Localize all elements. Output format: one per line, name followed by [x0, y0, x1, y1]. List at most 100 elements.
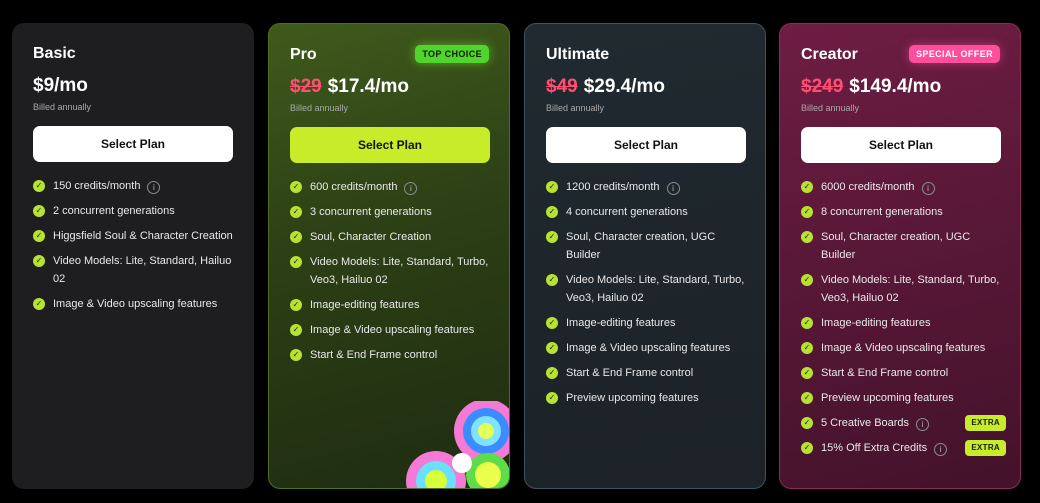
info-icon[interactable]: i: [666, 182, 680, 195]
feature-item: ✓ Image-editing features: [801, 314, 1006, 332]
current-price: $149.4/mo: [849, 76, 942, 97]
check-circle-icon: ✓: [801, 231, 813, 243]
feature-text: Image & Video upscaling features: [821, 342, 986, 354]
check-circle-icon: ✓: [546, 367, 558, 379]
plan-card-basic: Basic $9/mo Billed annually Select Plan …: [12, 23, 254, 489]
plan-card-ultimate: Ultimate $49 $29.4/mo Billed annually Sel…: [524, 23, 766, 489]
feature-text: Video Models: Lite, Standard, Turbo, Veo…: [310, 256, 489, 286]
info-icon[interactable]: i: [934, 443, 948, 456]
feature-item: ✓ Image & Video upscaling features: [801, 339, 1006, 357]
feature-item: ✓ Start & End Frame control: [546, 364, 751, 382]
check-circle-icon: ✓: [290, 256, 302, 268]
price-row: $49 $29.4/mo: [546, 76, 665, 98]
feature-text: Video Models: Lite, Standard, Turbo, Veo…: [821, 274, 1000, 304]
check-circle-icon: ✓: [546, 181, 558, 193]
feature-text: 15% Off Extra Credits: [821, 442, 928, 454]
check-circle-icon: ✓: [33, 298, 45, 310]
original-price: $29: [290, 76, 322, 97]
feature-item: ✓ 4 concurrent generations: [546, 203, 751, 221]
current-price: $9/mo: [33, 75, 88, 96]
feature-text: Start & End Frame control: [310, 349, 438, 361]
feature-item: ✓ 600 credits/month i: [290, 178, 495, 196]
check-circle-icon: ✓: [546, 342, 558, 354]
check-circle-icon: ✓: [290, 349, 302, 361]
feature-item: ✓ Video Models: Lite, Standard, Hailuo 0…: [33, 252, 240, 288]
feature-item: ✓ 5 Creative Boards i EXTRA: [801, 414, 1006, 432]
plan-card-pro: Pro TOP CHOICE $29 $17.4/mo Billed annual…: [268, 23, 510, 489]
feature-text: Start & End Frame control: [821, 367, 949, 379]
feature-list: ✓ 150 credits/month i ✓ 2 concurrent gene…: [33, 177, 240, 320]
feature-item: ✓ 6000 credits/month i: [801, 178, 1006, 196]
check-circle-icon: ✓: [290, 299, 302, 311]
check-circle-icon: ✓: [801, 274, 813, 286]
check-circle-icon: ✓: [290, 181, 302, 193]
feature-item: ✓ Start & End Frame control: [801, 364, 1006, 382]
feature-item: ✓ 3 concurrent generations: [290, 203, 495, 221]
current-price: $29.4/mo: [583, 76, 666, 97]
special-offer-badge: SPECIAL OFFER: [908, 45, 1000, 63]
feature-list: ✓ 6000 credits/month i ✓ 8 concurrent gen…: [801, 178, 1006, 464]
feature-list: ✓ 600 credits/month i ✓ 3 concurrent gene…: [290, 178, 495, 371]
feature-item: ✓ Image-editing features: [546, 314, 751, 332]
feature-item: ✓ Image-editing features: [290, 296, 495, 314]
feature-text: 150 credits/month: [53, 180, 141, 192]
check-circle-icon: ✓: [801, 181, 813, 193]
check-circle-icon: ✓: [33, 255, 45, 267]
select-plan-button[interactable]: Select Plan: [801, 127, 1001, 163]
feature-item: ✓ Preview upcoming features: [546, 389, 751, 407]
check-circle-icon: ✓: [290, 324, 302, 336]
info-icon[interactable]: i: [921, 182, 935, 195]
flower-decoration: [406, 401, 509, 488]
plan-name: Pro: [290, 46, 317, 63]
check-circle-icon: ✓: [546, 392, 558, 404]
feature-text: Image & Video upscaling features: [310, 324, 475, 336]
feature-item: ✓ Image & Video upscaling features: [546, 339, 751, 357]
feature-text: 4 concurrent generations: [566, 206, 688, 218]
check-circle-icon: ✓: [546, 231, 558, 243]
billing-note: Billed annually: [33, 102, 92, 112]
check-circle-icon: ✓: [801, 417, 813, 429]
current-price: $17.4/mo: [327, 76, 410, 97]
feature-text: Soul, Character creation, UGC Builder: [821, 231, 971, 261]
check-circle-icon: ✓: [290, 231, 302, 243]
check-circle-icon: ✓: [33, 205, 45, 217]
feature-text: Preview upcoming features: [566, 392, 699, 404]
feature-text: Image-editing features: [310, 299, 420, 311]
info-icon[interactable]: i: [147, 181, 161, 194]
check-circle-icon: ✓: [546, 274, 558, 286]
check-circle-icon: ✓: [801, 442, 813, 454]
select-plan-button[interactable]: Select Plan: [546, 127, 746, 163]
top-choice-badge: TOP CHOICE: [415, 45, 489, 63]
feature-item: ✓ Start & End Frame control: [290, 346, 495, 364]
feature-text: Image-editing features: [566, 317, 676, 329]
feature-text: 5 Creative Boards: [821, 417, 910, 429]
check-circle-icon: ✓: [801, 392, 813, 404]
feature-item: ✓ 150 credits/month i: [33, 177, 240, 195]
check-circle-icon: ✓: [801, 206, 813, 218]
extra-badge: EXTRA: [965, 415, 1006, 431]
check-circle-icon: ✓: [33, 180, 45, 192]
plan-name: Basic: [33, 45, 76, 62]
feature-text: Image-editing features: [821, 317, 931, 329]
check-circle-icon: ✓: [546, 317, 558, 329]
feature-text: Start & End Frame control: [566, 367, 694, 379]
info-icon[interactable]: i: [916, 418, 930, 431]
feature-text: Video Models: Lite, Standard, Turbo, Veo…: [566, 274, 745, 304]
feature-text: 1200 credits/month: [566, 181, 660, 193]
feature-text: 6000 credits/month: [821, 181, 915, 193]
original-price: $49: [546, 76, 578, 97]
price-row: $29 $17.4/mo: [290, 76, 409, 98]
check-circle-icon: ✓: [546, 206, 558, 218]
feature-text: Image & Video upscaling features: [53, 298, 218, 310]
info-icon[interactable]: i: [404, 182, 418, 195]
billing-note: Billed annually: [290, 103, 349, 113]
feature-item: ✓ Soul, Character creation, UGC Builder: [801, 228, 1006, 264]
feature-item: ✓ Higgsfield Soul & Character Creation: [33, 227, 240, 245]
feature-item: ✓ Preview upcoming features: [801, 389, 1006, 407]
price-row: $9/mo: [33, 75, 88, 97]
select-plan-button[interactable]: Select Plan: [33, 126, 233, 162]
select-plan-button[interactable]: Select Plan: [290, 127, 490, 163]
check-circle-icon: ✓: [33, 230, 45, 242]
check-circle-icon: ✓: [801, 367, 813, 379]
feature-item: ✓ Video Models: Lite, Standard, Turbo, V…: [801, 271, 1006, 307]
